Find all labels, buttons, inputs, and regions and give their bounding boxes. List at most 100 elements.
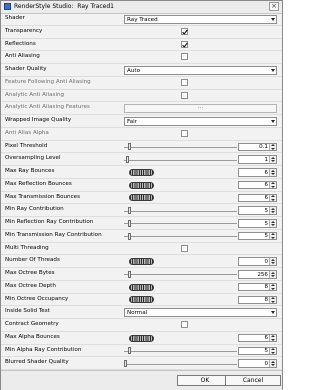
spin-up-icon[interactable] <box>271 284 275 287</box>
spinbox-min-octree-occupancy[interactable]: 8 <box>238 295 277 304</box>
spin-up-icon[interactable] <box>271 207 275 210</box>
spin-arrows-icon[interactable] <box>269 232 276 240</box>
thumbwheel-min-octree-occupancy[interactable] <box>129 296 154 304</box>
spin-down-icon[interactable] <box>271 364 275 367</box>
spin-down-icon[interactable] <box>271 287 275 290</box>
spin-arrows-icon[interactable] <box>269 334 276 342</box>
spinbox-max-reflection-bounces[interactable]: 6 <box>238 180 277 190</box>
spin-up-icon[interactable] <box>271 233 275 236</box>
spin-arrows-icon[interactable] <box>269 271 276 278</box>
spin-arrows-icon[interactable] <box>269 156 276 163</box>
spin-up-icon[interactable] <box>271 220 275 223</box>
checkbox-transparency[interactable] <box>181 27 188 35</box>
checkbox-anti-aliasing[interactable] <box>181 53 188 61</box>
dropdown-wrapped-image-quality[interactable]: Fair <box>124 117 277 126</box>
checkbox-reflections[interactable] <box>181 40 188 48</box>
checkbox-anti-alias-alpha[interactable] <box>181 129 188 137</box>
spin-arrows-icon[interactable] <box>269 169 276 176</box>
dropdown-inside-solid-test[interactable]: Normal <box>124 308 277 317</box>
spin-arrows-icon[interactable] <box>269 360 276 367</box>
dropdown-shader[interactable]: Ray Traced <box>124 15 277 24</box>
spinbox-max-ray-bounces[interactable]: 6 <box>238 168 277 177</box>
spinbox-min-alpha-ray-contribution[interactable]: 5 <box>238 346 277 355</box>
spinbox-oversampling-level[interactable]: 1 <box>238 155 277 164</box>
slider-track[interactable] <box>124 350 237 352</box>
spin-down-icon[interactable] <box>271 160 275 163</box>
property-row-oversampling-level: Oversampling Level 1 <box>1 153 282 166</box>
slider-track[interactable] <box>124 363 237 365</box>
checkbox-multi-threading[interactable] <box>181 244 188 252</box>
spinbox-number-of-threads[interactable]: 0 <box>238 257 277 266</box>
spin-arrows-icon[interactable] <box>269 296 276 303</box>
spin-down-icon[interactable] <box>271 198 275 201</box>
slider-track[interactable] <box>124 274 237 276</box>
spin-up-icon[interactable] <box>271 156 275 159</box>
spin-up-icon[interactable] <box>271 182 275 185</box>
slider-track[interactable] <box>124 210 237 212</box>
features-browse-button[interactable]: ... <box>124 104 277 113</box>
spinbox-min-ray-contribution[interactable]: 5 <box>238 206 277 215</box>
slider-thumb[interactable] <box>128 347 131 355</box>
spin-down-icon[interactable] <box>271 262 275 265</box>
checkbox-feature-following-anti-aliasing[interactable] <box>181 78 188 86</box>
spin-up-icon[interactable] <box>271 348 275 350</box>
thumbwheel-number-of-threads[interactable] <box>129 258 154 266</box>
checkbox-contract-geometry[interactable] <box>181 321 188 328</box>
spinbox-max-alpha-bounces[interactable]: 6 <box>238 333 277 343</box>
thumbwheel-max-alpha-bounces[interactable] <box>129 334 154 342</box>
spin-down-icon[interactable] <box>271 185 275 188</box>
slider-track[interactable] <box>124 159 237 161</box>
property-label: Blurred Shader Quality <box>5 359 69 366</box>
spinbox-pixel-threshold[interactable]: 0.1 <box>238 142 277 151</box>
spin-arrows-icon[interactable] <box>269 207 276 214</box>
slider-thumb[interactable] <box>128 219 131 227</box>
spin-arrows-icon[interactable] <box>269 194 276 201</box>
spin-arrows-icon[interactable] <box>269 143 276 150</box>
spinbox-max-octree-depth[interactable]: 8 <box>238 282 277 292</box>
spin-up-icon[interactable] <box>271 144 275 146</box>
dropdown-shader-quality[interactable]: Auto <box>124 66 277 75</box>
thumbwheel-max-transmission-bounces[interactable] <box>129 194 154 202</box>
close-icon[interactable]: × <box>269 2 279 11</box>
spin-arrows-icon[interactable] <box>269 347 276 354</box>
slider-thumb[interactable] <box>128 232 131 240</box>
spin-down-icon[interactable] <box>271 275 275 277</box>
checkbox-analytic-anti-aliasing[interactable] <box>181 91 188 99</box>
thumbwheel-max-ray-bounces[interactable] <box>129 168 154 176</box>
cancel-button[interactable]: Cancel <box>225 375 281 386</box>
spinbox-min-transmission-ray-contribution[interactable]: 5 <box>238 231 277 241</box>
spinbox-max-octree-bytes[interactable]: 256 <box>238 270 277 279</box>
slider-track[interactable] <box>124 146 237 148</box>
spin-arrows-icon[interactable] <box>269 258 276 265</box>
spin-arrows-icon[interactable] <box>269 283 276 291</box>
spinbox-blurred-shader-quality[interactable]: 0 <box>238 359 277 368</box>
spin-down-icon[interactable] <box>271 351 275 354</box>
thumbwheel-max-reflection-bounces[interactable] <box>129 181 154 189</box>
spin-down-icon[interactable] <box>271 211 275 214</box>
slider-thumb[interactable] <box>128 270 131 278</box>
slider-track[interactable] <box>124 223 237 225</box>
spin-arrows-icon[interactable] <box>269 220 276 227</box>
spinbox-max-transmission-bounces[interactable]: 6 <box>238 193 277 202</box>
spin-down-icon[interactable] <box>271 300 275 303</box>
spin-up-icon[interactable] <box>271 169 275 172</box>
slider-thumb[interactable] <box>128 143 131 151</box>
thumbwheel-max-octree-depth[interactable] <box>129 283 154 291</box>
slider-thumb[interactable] <box>126 156 129 164</box>
spin-down-icon[interactable] <box>271 147 275 150</box>
spin-up-icon[interactable] <box>271 297 275 299</box>
spin-down-icon[interactable] <box>271 236 275 239</box>
slider-thumb[interactable] <box>124 360 127 368</box>
spinbox-min-reflection-ray-contribution[interactable]: 5 <box>238 219 277 228</box>
slider-track[interactable] <box>124 236 237 238</box>
spin-up-icon[interactable] <box>271 258 275 261</box>
spin-down-icon[interactable] <box>271 224 275 226</box>
spin-down-icon[interactable] <box>271 338 275 341</box>
spin-up-icon[interactable] <box>271 335 275 338</box>
slider-thumb[interactable] <box>128 207 131 215</box>
spin-up-icon[interactable] <box>271 360 275 363</box>
spin-up-icon[interactable] <box>271 195 275 197</box>
spin-arrows-icon[interactable] <box>269 181 276 189</box>
spin-up-icon[interactable] <box>271 271 275 274</box>
spin-down-icon[interactable] <box>271 173 275 175</box>
